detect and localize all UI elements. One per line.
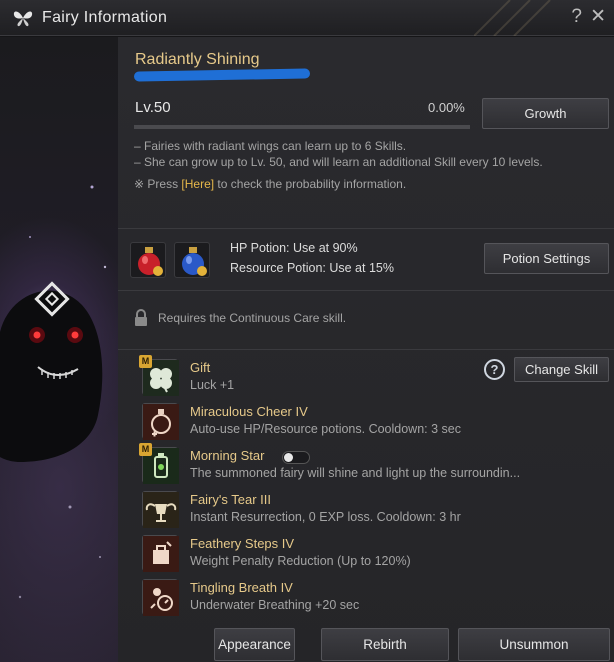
hp-potion-setting: HP Potion: Use at 90% [230, 241, 358, 255]
breath-icon [142, 579, 179, 616]
section-divider [118, 228, 614, 229]
description-line: – She can grow up to Lv. 50, and will le… [134, 155, 543, 169]
probability-prefix: ※ Press [134, 177, 182, 191]
fairy-illustration [0, 185, 107, 599]
title-ornament [474, 0, 551, 36]
morning-star-toggle[interactable] [282, 451, 310, 464]
unsummon-button[interactable]: Unsummon [458, 628, 610, 661]
toggle-knob [284, 453, 293, 462]
skill-badge: M [139, 443, 152, 456]
skill-description: Weight Penalty Reduction (Up to 120%) [190, 554, 411, 568]
skill-item-gift[interactable]: M Gift Luck +1 [139, 355, 602, 399]
skill-name: Gift [190, 360, 211, 375]
weight-icon [142, 535, 179, 572]
skill-description: Underwater Breathing +20 sec [190, 598, 360, 612]
close-button[interactable]: ✕ [590, 5, 606, 28]
potion-settings-button[interactable]: Potion Settings [484, 243, 609, 274]
section-divider [118, 349, 614, 350]
fairy-info-panel: Radiantly Shining Lv.50 0.00% Growth – F… [118, 37, 614, 662]
potion-cheer-icon [142, 403, 179, 440]
window-title: Fairy Information [42, 8, 168, 26]
section-divider [118, 290, 614, 291]
skill-badge: M [139, 355, 152, 368]
skill-item-tingling-breath[interactable]: Tingling Breath IV Underwater Breathing … [142, 579, 602, 619]
fairy-name: Radiantly Shining [135, 51, 260, 68]
skill-name: Miraculous Cheer IV [190, 404, 308, 419]
winged-chalice-icon [142, 491, 179, 528]
resource-potion-icon [174, 242, 210, 278]
growth-button[interactable]: Growth [482, 98, 609, 129]
skill-name: Fairy's Tear III [190, 492, 271, 507]
name-redaction-scribble [133, 68, 311, 82]
skill-name: Morning Star [190, 448, 265, 463]
continuous-care-requirement: Requires the Continuous Care skill. [158, 311, 347, 325]
appearance-button[interactable]: Appearance [214, 628, 295, 661]
skill-name: Feathery Steps IV [190, 536, 295, 551]
butterfly-icon [13, 11, 33, 26]
skill-description: Luck +1 [190, 378, 235, 392]
skill-item-morning-star[interactable]: M Morning Star The summoned fairy will s… [139, 443, 602, 487]
skill-description: Instant Resurrection, 0 EXP loss. Cooldo… [190, 510, 461, 524]
fairy-portrait [0, 37, 118, 662]
skill-description: Auto-use HP/Resource potions. Cooldown: … [190, 422, 461, 436]
skill-description: The summoned fairy will shine and light … [190, 466, 521, 480]
resource-potion-setting: Resource Potion: Use at 15% [230, 261, 394, 275]
fairy-level: Lv.50 [135, 99, 171, 116]
title-bar: Fairy Information ? ✕ [0, 0, 614, 36]
description-line: – Fairies with radiant wings can learn u… [134, 139, 407, 153]
skill-item-feathery-steps[interactable]: Feathery Steps IV Weight Penalty Reducti… [142, 535, 602, 575]
help-button[interactable]: ? [571, 6, 582, 28]
probability-suffix: to check the probability information. [214, 177, 407, 191]
skill-item-fairys-tear[interactable]: Fairy's Tear III Instant Resurrection, 0… [142, 491, 602, 531]
skill-name: Tingling Breath IV [190, 580, 293, 595]
exp-progress-bar [134, 125, 470, 129]
lock-icon [135, 309, 147, 326]
probability-link[interactable]: [Here] [181, 177, 214, 191]
rebirth-button[interactable]: Rebirth [321, 628, 449, 661]
hp-potion-icon [130, 242, 166, 278]
probability-note: ※ Press [Here] to check the probability … [134, 177, 406, 191]
skill-item-miraculous-cheer[interactable]: Miraculous Cheer IV Auto-use HP/Resource… [142, 403, 602, 443]
exp-percent: 0.00% [428, 100, 465, 115]
